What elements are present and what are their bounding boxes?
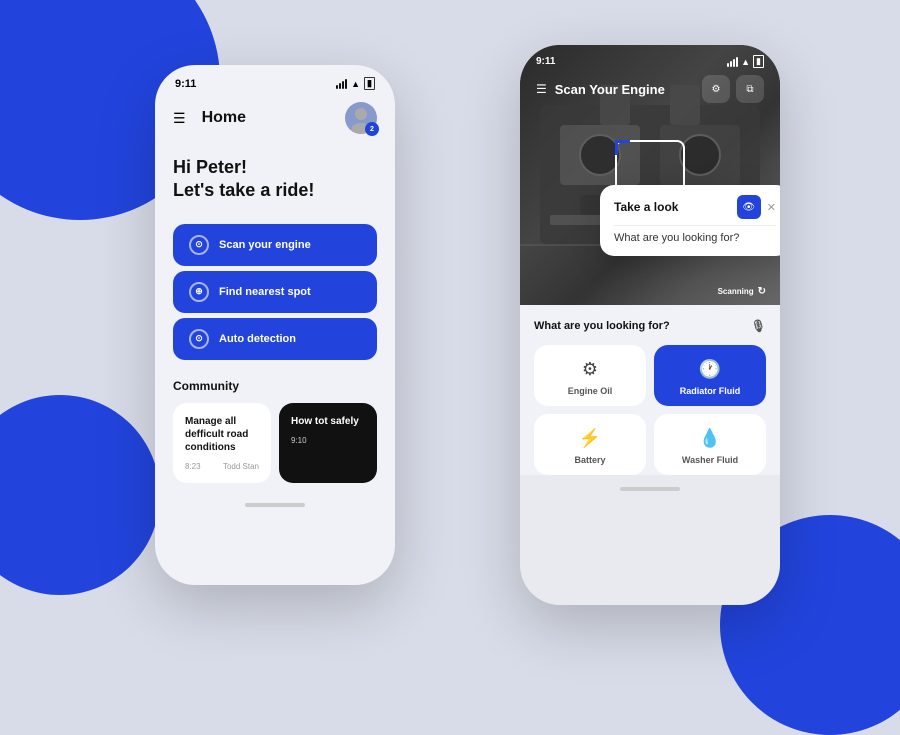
phone-left: 9:11 ▲ ▮ ☰ Home 2 [155, 65, 395, 585]
auto-icon: ⊙ [189, 329, 209, 349]
title-action-icons: ⚙ ⧉ [702, 75, 764, 103]
eye-icon-btn[interactable]: 👁 [737, 195, 761, 219]
menu-icon-right[interactable]: ☰ [536, 82, 547, 96]
blob-bottom-left [0, 395, 160, 595]
greeting-section: Hi Peter! Let's take a ride! [155, 146, 395, 219]
battery-option[interactable]: ⚡ Battery [534, 414, 646, 475]
scan-icon: ⊙ [189, 235, 209, 255]
battery-icon-left: ▮ [364, 77, 375, 90]
settings-icon-btn[interactable]: ⚙ [702, 75, 730, 103]
popup-header: Take a look 👁 ✕ [614, 195, 776, 219]
engine-oil-option[interactable]: ⚙ Engine Oil [534, 345, 646, 406]
title-bar-right: ☰ Scan Your Engine ⚙ ⧉ [520, 71, 780, 107]
popup-card: Take a look 👁 ✕ What are you looking for… [600, 185, 780, 256]
card-time-light: 8:23 [185, 462, 201, 471]
greeting-text: Hi Peter! Let's take a ride! [173, 156, 377, 203]
page-title-left: Home [202, 109, 246, 127]
engine-oil-icon: ⚙ [582, 359, 598, 380]
engine-oil-label: Engine Oil [568, 386, 613, 396]
card-author-light: Todd Stan [223, 462, 259, 471]
find-nearest-button[interactable]: ⊕ Find nearest spot [173, 271, 377, 313]
popup-title: Take a look [614, 200, 678, 214]
popup-actions: 👁 ✕ [737, 195, 776, 219]
community-card-light[interactable]: Manage all defficult road conditions 8:2… [173, 403, 271, 483]
community-card-dark[interactable]: How tot safely 9:10 [279, 403, 377, 483]
auto-detection-label: Auto detection [219, 333, 296, 345]
options-grid: ⚙ Engine Oil 🕐 Radiator Fluid ⚡ Battery … [534, 345, 766, 475]
battery-label: Battery [574, 455, 605, 465]
time-right: 9:11 [536, 56, 555, 67]
community-cards: Manage all defficult road conditions 8:2… [173, 403, 377, 483]
community-title: Community [173, 379, 377, 393]
home-indicator-right [620, 487, 680, 491]
status-icons-left: ▲ ▮ [336, 77, 375, 90]
header-left-group: ☰ Home [173, 109, 246, 127]
what-label-bar: What are you looking for? 🎙 [534, 319, 766, 333]
scan-title: Scan Your Engine [555, 82, 665, 97]
card-title-light: Manage all defficult road conditions [185, 415, 259, 454]
status-bar-right: 9:11 ▲ ▮ [520, 45, 780, 74]
scan-engine-button[interactable]: ⊙ Scan your engine [173, 224, 377, 266]
find-icon: ⊕ [189, 282, 209, 302]
battery-icon: ⚡ [579, 428, 601, 449]
find-nearest-label: Find nearest spot [219, 286, 311, 298]
battery-icon-right: ▮ [753, 55, 764, 68]
radiator-fluid-label: Radiator Fluid [680, 386, 741, 396]
mic-icon[interactable]: 🎙 [751, 319, 766, 333]
radiator-fluid-option[interactable]: 🕐 Radiator Fluid [654, 345, 766, 406]
scanning-label: Scanning ↻ [718, 286, 766, 297]
time-left: 9:11 [175, 78, 196, 90]
bottom-section: What are you looking for? 🎙 ⚙ Engine Oil… [520, 305, 780, 475]
home-indicator-left [245, 503, 305, 507]
card-meta-light: 8:23 Todd Stan [185, 462, 259, 471]
scan-engine-label: Scan your engine [219, 239, 311, 251]
washer-fluid-icon: 💧 [699, 428, 721, 449]
auto-detection-button[interactable]: ⊙ Auto detection [173, 318, 377, 360]
copy-icon-btn[interactable]: ⧉ [736, 75, 764, 103]
close-icon[interactable]: ✕ [767, 201, 776, 214]
status-bar-left: 9:11 ▲ ▮ [155, 65, 395, 94]
washer-fluid-label: Washer Fluid [682, 455, 738, 465]
camera-section: 9:11 ▲ ▮ ☰ Scan Your Engine ⚙ ⧉ [520, 45, 780, 305]
scanning-spinner: ↻ [758, 286, 766, 297]
popup-divider [614, 225, 776, 226]
wifi-icon-right: ▲ [741, 57, 750, 67]
what-label-text: What are you looking for? [534, 320, 670, 332]
community-section: Community Manage all defficult road cond… [155, 365, 395, 491]
card-time-dark: 9:10 [291, 436, 307, 445]
header-left: ☰ Home 2 [155, 94, 395, 146]
status-icons-right: ▲ ▮ [727, 55, 764, 68]
card-meta-dark: 9:10 [291, 436, 365, 445]
avatar-container: 2 [345, 102, 377, 134]
title-left-group: ☰ Scan Your Engine [536, 82, 665, 97]
phone-right: 9:11 ▲ ▮ ☰ Scan Your Engine ⚙ ⧉ [520, 45, 780, 605]
notification-badge: 2 [365, 122, 379, 136]
popup-question: What are you looking for? [614, 232, 776, 244]
card-title-dark: How tot safely [291, 415, 365, 428]
wifi-icon-left: ▲ [351, 79, 360, 89]
washer-fluid-option[interactable]: 💧 Washer Fluid [654, 414, 766, 475]
menu-icon[interactable]: ☰ [173, 110, 186, 127]
radiator-fluid-icon: 🕐 [699, 359, 721, 380]
